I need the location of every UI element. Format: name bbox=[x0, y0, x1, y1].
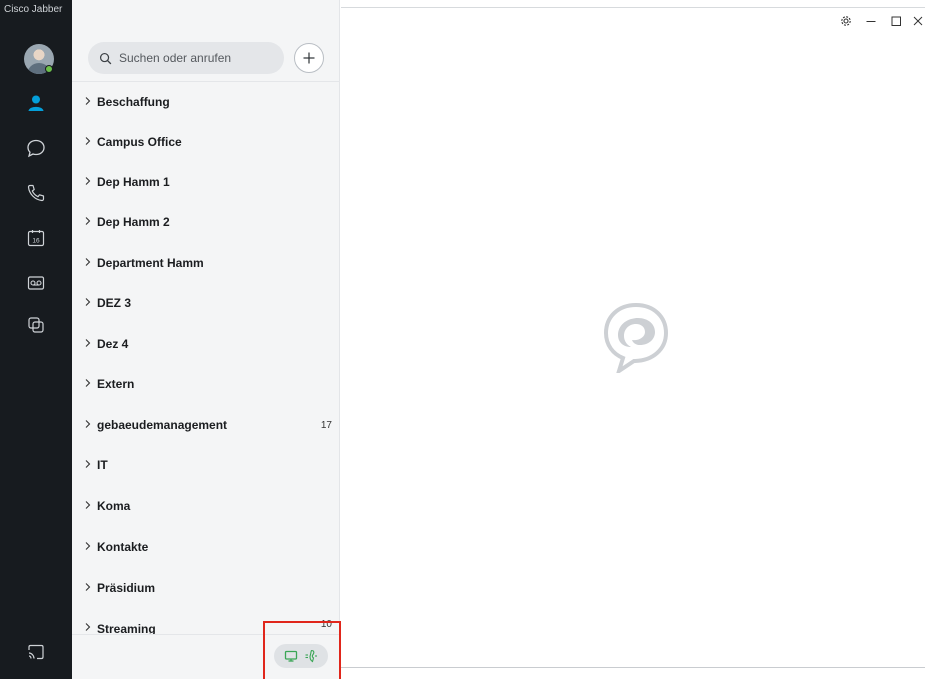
chevron-right-icon bbox=[85, 137, 91, 145]
headset-bluetooth-icon bbox=[305, 649, 317, 663]
person-icon bbox=[28, 95, 44, 111]
chevron-right-icon bbox=[85, 379, 91, 387]
contact-group[interactable]: gebaeudemanagement 17 bbox=[72, 405, 340, 445]
phone-icon bbox=[27, 184, 45, 202]
contact-group[interactable]: Kontakte bbox=[72, 527, 340, 567]
chevron-right-icon bbox=[85, 542, 91, 550]
contact-group-label: Campus Office bbox=[97, 135, 182, 149]
add-contact-button[interactable] bbox=[294, 43, 324, 73]
main-content-area bbox=[341, 0, 925, 679]
contact-group[interactable]: Department Hamm bbox=[72, 243, 340, 283]
maximize-button[interactable] bbox=[887, 12, 905, 30]
nav-voicemail-button[interactable] bbox=[24, 271, 48, 295]
close-button[interactable] bbox=[909, 12, 925, 30]
contact-group[interactable]: Campus Office bbox=[72, 122, 340, 162]
title-bar bbox=[341, 0, 925, 8]
contact-group-label: gebaeudemanagement bbox=[97, 418, 228, 432]
presence-status-dot bbox=[45, 65, 53, 73]
contact-group[interactable]: Präsidium bbox=[72, 568, 340, 608]
contact-group-label: Beschaffung bbox=[97, 95, 170, 109]
contact-group-label: Koma bbox=[97, 499, 131, 513]
contact-group-count: 10 bbox=[320, 619, 332, 630]
chevron-right-icon bbox=[85, 97, 91, 105]
chevron-right-icon bbox=[85, 339, 91, 347]
search-box[interactable] bbox=[88, 42, 284, 74]
search-icon bbox=[99, 52, 112, 64]
contact-group-list: Beschaffung Campus Office Dep Hamm 1 Dep… bbox=[72, 82, 340, 634]
contact-group-label: Streaming bbox=[97, 622, 156, 634]
minimize-button[interactable] bbox=[862, 12, 880, 30]
chevron-right-icon bbox=[85, 623, 91, 631]
chevron-right-icon bbox=[85, 420, 91, 428]
contact-group-label: DEZ 3 bbox=[97, 296, 132, 310]
chevron-right-icon bbox=[85, 298, 91, 306]
contact-group[interactable]: Dez 4 bbox=[72, 324, 340, 364]
chevron-right-icon bbox=[85, 177, 91, 185]
contact-group-label: Dez 4 bbox=[97, 337, 129, 351]
contact-group[interactable]: Dep Hamm 1 bbox=[72, 162, 340, 202]
screen-cast-icon bbox=[28, 644, 44, 660]
chevron-right-icon bbox=[85, 258, 91, 266]
contact-group[interactable]: Dep Hamm 2 bbox=[72, 202, 340, 242]
contact-group-label: Department Hamm bbox=[97, 256, 204, 270]
app-title: Cisco Jabber bbox=[4, 4, 63, 15]
contact-group[interactable]: Beschaffung bbox=[72, 82, 340, 122]
minimize-icon bbox=[866, 21, 876, 22]
jabber-logo-icon bbox=[603, 303, 669, 373]
calendar-icon: 16 bbox=[27, 230, 45, 247]
contacts-panel: Beschaffung Campus Office Dep Hamm 1 Dep… bbox=[72, 0, 340, 679]
jabber-window: Cisco Jabber 16 Suchen oder anrufen Besc… bbox=[0, 0, 925, 679]
maximize-icon bbox=[891, 16, 901, 26]
chevron-right-icon bbox=[85, 583, 91, 591]
plus-icon bbox=[303, 52, 315, 64]
nav-custom-tabs-button[interactable] bbox=[24, 313, 48, 337]
computer-monitor-icon bbox=[284, 650, 298, 662]
chevron-right-icon bbox=[85, 501, 91, 509]
voicemail-icon bbox=[27, 276, 45, 290]
contact-group-label: IT bbox=[97, 458, 108, 472]
chevron-right-icon bbox=[85, 217, 91, 225]
nav-rail: Cisco Jabber 16 bbox=[0, 0, 72, 679]
contact-group-label: Dep Hamm 1 bbox=[97, 175, 170, 189]
close-icon bbox=[913, 16, 923, 26]
contact-group-label: Extern bbox=[97, 377, 135, 391]
bottom-border bbox=[341, 667, 925, 668]
chat-bubble-icon bbox=[27, 139, 45, 158]
contact-group[interactable]: Extern bbox=[72, 364, 340, 404]
calendar-day-label: 16 bbox=[32, 238, 40, 245]
nav-cast-button[interactable] bbox=[24, 640, 48, 664]
nav-meetings-button[interactable]: 16 bbox=[24, 226, 48, 250]
nav-contacts-button[interactable] bbox=[24, 91, 48, 115]
nav-calls-button[interactable] bbox=[24, 181, 48, 205]
panel-footer bbox=[72, 634, 340, 679]
settings-button[interactable] bbox=[837, 12, 855, 30]
overlap-squares-icon bbox=[28, 317, 44, 333]
contact-group-label: Kontakte bbox=[97, 540, 149, 554]
gear-icon bbox=[841, 16, 851, 26]
contact-group-label: Präsidium bbox=[97, 581, 156, 595]
search-input[interactable] bbox=[119, 51, 269, 65]
contact-group[interactable]: IT bbox=[72, 445, 340, 485]
contact-group-label: Dep Hamm 2 bbox=[97, 215, 170, 229]
device-selector[interactable] bbox=[274, 644, 328, 668]
nav-chats-button[interactable] bbox=[24, 136, 48, 160]
contact-group[interactable]: DEZ 3 bbox=[72, 283, 340, 323]
contact-group[interactable]: Koma bbox=[72, 486, 340, 526]
contact-group-count: 17 bbox=[320, 419, 332, 431]
contact-group[interactable]: Streaming 10 bbox=[72, 608, 340, 634]
chevron-right-icon bbox=[85, 460, 91, 468]
